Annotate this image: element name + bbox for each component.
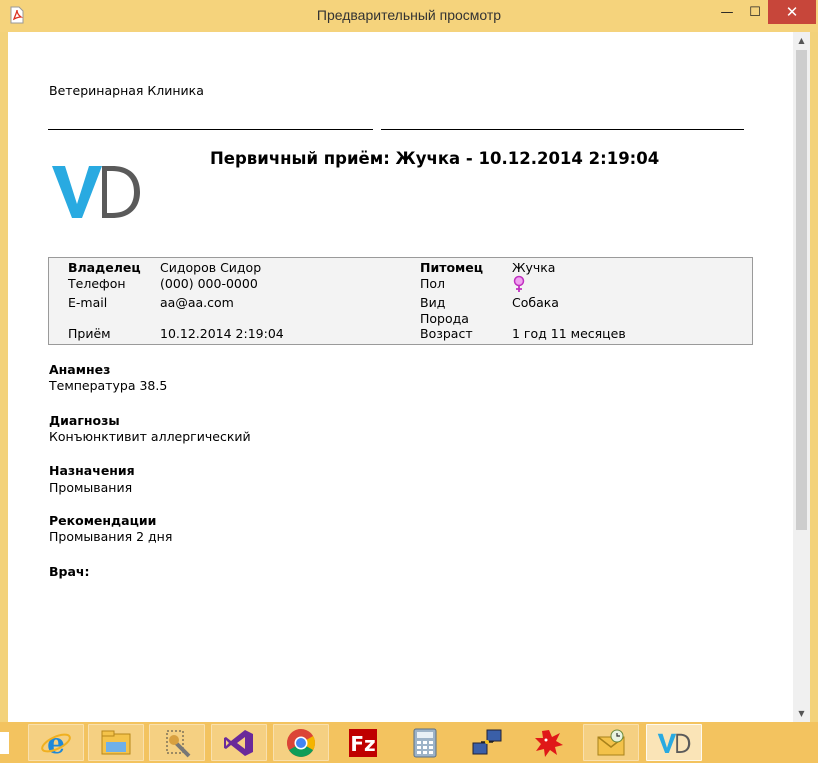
red-splat-app-icon xyxy=(535,729,563,757)
diagnoses-text: Конъюнктивит аллергический xyxy=(49,429,251,444)
phone-label: Телефон xyxy=(68,276,126,291)
taskbar-outlook[interactable] xyxy=(583,724,639,761)
anamnesis-heading: Анамнез xyxy=(49,362,111,377)
taskbar-file-explorer[interactable] xyxy=(88,724,144,761)
pet-label: Питомец xyxy=(420,260,484,275)
recommendations-text: Промывания 2 дня xyxy=(49,529,173,544)
recommendations-heading: Рекомендации xyxy=(49,513,157,528)
vd-app-icon xyxy=(657,733,691,753)
anamnesis-text: Температура 38.5 xyxy=(49,378,168,393)
patient-info-box: Владелец Сидоров Сидор Телефон (000) 000… xyxy=(48,257,753,345)
maximize-button[interactable]: ☐ xyxy=(742,0,768,24)
close-button[interactable]: ✕ xyxy=(768,0,816,24)
preview-area: Ветеринарная Клиника Первичный приём: Жу… xyxy=(8,32,793,722)
taskbar-internet-explorer[interactable]: e xyxy=(28,724,84,761)
calculator-icon xyxy=(413,728,437,757)
start-button-edge[interactable] xyxy=(0,732,9,754)
taskbar-network-app[interactable] xyxy=(459,724,515,761)
document-page: Ветеринарная Клиника Первичный приём: Жу… xyxy=(8,32,793,722)
preview-window: Предварительный просмотр — ☐ ✕ Ветеринар… xyxy=(0,0,818,722)
email-value: aa@aa.com xyxy=(160,295,234,310)
species-value: Собака xyxy=(512,295,559,310)
age-label: Возраст xyxy=(420,326,473,341)
chrome-icon xyxy=(287,728,315,757)
breed-label: Порода xyxy=(420,311,469,326)
taskbar-vd-app[interactable] xyxy=(646,724,702,761)
document-title: Первичный приём: Жучка - 10.12.2014 2:19… xyxy=(210,149,660,168)
female-icon xyxy=(513,275,525,292)
doctor-heading: Врач: xyxy=(49,564,90,579)
taskbar: e Fz xyxy=(0,722,818,763)
header-divider-right xyxy=(381,129,744,130)
diagnoses-heading: Диагнозы xyxy=(49,413,120,428)
taskbar-filezilla[interactable]: Fz xyxy=(335,724,391,761)
scroll-down-button[interactable]: ▼ xyxy=(793,705,810,722)
vd-logo xyxy=(52,166,140,218)
clinic-name: Ветеринарная Клиника xyxy=(49,83,204,98)
minimize-button[interactable]: — xyxy=(712,0,742,24)
outlook-icon xyxy=(597,729,625,755)
taskbar-calculator[interactable] xyxy=(397,724,453,761)
vertical-scrollbar[interactable]: ▲ ▼ xyxy=(793,32,810,722)
tools-app-icon xyxy=(166,730,191,757)
window-title: Предварительный просмотр xyxy=(316,7,502,23)
scroll-thumb[interactable] xyxy=(796,50,807,530)
owner-label: Владелец xyxy=(68,260,141,275)
title-bar[interactable]: Предварительный просмотр — ☐ ✕ xyxy=(0,0,818,32)
taskbar-red-splat-app[interactable] xyxy=(521,724,577,761)
prescriptions-text: Промывания xyxy=(49,480,133,495)
svg-text:Fz: Fz xyxy=(350,732,375,756)
visit-value: 10.12.2014 2:19:04 xyxy=(160,326,284,341)
prescriptions-heading: Назначения xyxy=(49,463,135,478)
taskbar-tools-app[interactable] xyxy=(149,724,205,761)
species-label: Вид xyxy=(420,295,446,310)
svg-text:e: e xyxy=(47,727,65,759)
internet-explorer-icon: e xyxy=(41,727,71,759)
pet-value: Жучка xyxy=(512,260,556,275)
owner-value: Сидоров Сидор xyxy=(160,260,262,275)
sex-label: Пол xyxy=(420,276,446,291)
header-divider-left xyxy=(48,129,373,130)
scroll-up-button[interactable]: ▲ xyxy=(793,32,810,49)
network-app-icon xyxy=(472,729,502,754)
filezilla-icon: Fz xyxy=(349,728,377,757)
phone-value: (000) 000-0000 xyxy=(160,276,258,291)
age-value: 1 год 11 месяцев xyxy=(512,326,626,341)
email-label: E-mail xyxy=(68,295,108,310)
visual-studio-icon xyxy=(224,729,253,756)
taskbar-visual-studio[interactable] xyxy=(211,724,267,761)
taskbar-chrome[interactable] xyxy=(273,724,329,761)
visit-label: Приём xyxy=(68,326,111,341)
file-explorer-icon xyxy=(101,730,131,754)
